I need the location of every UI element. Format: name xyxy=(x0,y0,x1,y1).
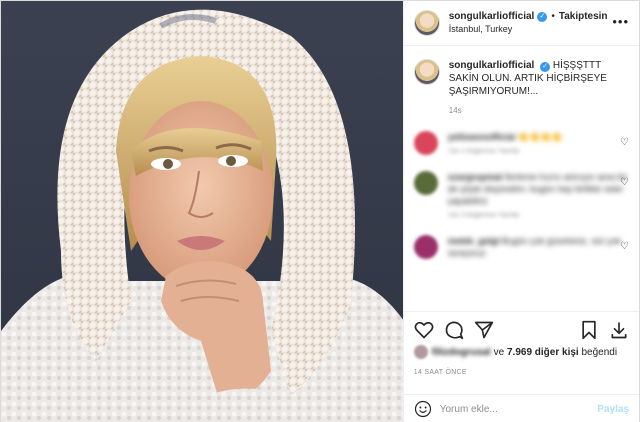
username-link[interactable]: songulkarliofficial xyxy=(449,10,535,23)
separator-dot: • xyxy=(551,11,555,22)
download-icon[interactable] xyxy=(609,320,629,340)
comment-input[interactable] xyxy=(439,403,598,415)
portrait-image xyxy=(1,9,403,422)
comment-meta[interactable]: 14s 3 beğenme Yanıtla xyxy=(448,212,629,219)
add-comment-bar: Paylaş xyxy=(403,394,639,422)
caption-avatar[interactable] xyxy=(413,59,440,85)
likes-suffix: beğendi xyxy=(581,346,618,358)
post-time-ago[interactable]: 14 SAAT ÖNCE xyxy=(414,369,467,376)
action-bar xyxy=(403,311,639,341)
instagram-post-window: songulkarliofficial ✓ • Takiptesin İstan… xyxy=(0,0,640,422)
location-link[interactable]: İstanbul, Turkey xyxy=(449,23,608,36)
caption-row: songulkarliofficial ✓ HİŞŞŞTTT SAKİN OLU… xyxy=(413,59,629,98)
caption-timestamp[interactable]: 14s xyxy=(449,106,629,115)
comment-item: melek_gelgl Bugün çok güzelsiniz, sizi ç… xyxy=(413,235,629,259)
save-bookmark-icon[interactable] xyxy=(579,320,599,340)
likes-summary[interactable]: filizdogrusal ve 7.969 diğer kişi beğend… xyxy=(413,345,629,359)
comment-text: 👏👏👏👏 xyxy=(517,132,563,142)
like-heart-icon[interactable] xyxy=(414,320,434,340)
comment-bubble-icon[interactable] xyxy=(444,320,464,340)
header-top-row: songulkarliofficial ✓ • Takiptesin xyxy=(449,10,608,23)
comment-meta[interactable]: 13s 1 beğenme Yanıtla xyxy=(448,148,563,155)
comment-username[interactable]: yellowonofficial xyxy=(448,132,516,142)
emoji-icon[interactable] xyxy=(414,400,432,418)
likes-count[interactable]: 7.969 diğer kişi xyxy=(507,347,579,358)
following-button[interactable]: Takiptesin xyxy=(559,10,608,23)
post-header: songulkarliofficial ✓ • Takiptesin İstan… xyxy=(403,1,639,46)
liker-username[interactable]: filizdogrusal xyxy=(432,347,491,358)
share-paper-plane-icon[interactable] xyxy=(474,320,494,340)
comment-avatar[interactable] xyxy=(413,131,438,155)
comment-avatar[interactable] xyxy=(413,171,438,195)
verified-badge-icon: ✓ xyxy=(537,11,548,22)
post-photo[interactable] xyxy=(1,1,403,422)
caption-username[interactable]: songulkarliofficial xyxy=(449,60,535,71)
header-text: songulkarliofficial ✓ • Takiptesin İstan… xyxy=(449,10,608,36)
comment-like-heart-icon[interactable]: ♡ xyxy=(620,241,629,252)
post-side-panel: songulkarliofficial ✓ • Takiptesin İstan… xyxy=(402,1,639,422)
comment-username[interactable]: ozargrupmat xyxy=(448,172,503,182)
comment-body: yellowonofficial 👏👏👏👏 13s 1 beğenme Yanı… xyxy=(448,131,563,155)
comment-item: yellowonofficial 👏👏👏👏 13s 1 beğenme Yanı… xyxy=(413,131,629,155)
likes-connector: ve xyxy=(493,346,505,358)
comments-area[interactable]: songulkarliofficial ✓ HİŞŞŞTTT SAKİN OLU… xyxy=(404,47,639,309)
comment-item: ozargrupmat İlerleme hızını artırıyor am… xyxy=(413,171,629,219)
caption-text-block: songulkarliofficial ✓ HİŞŞŞTTT SAKİN OLU… xyxy=(449,59,629,98)
comment-body: ozargrupmat İlerleme hızını artırıyor am… xyxy=(448,171,629,219)
comment-body: melek_gelgl Bugün çok güzelsiniz, sizi ç… xyxy=(448,235,629,259)
comment-username[interactable]: melek_gelgl xyxy=(448,236,500,246)
post-comment-button[interactable]: Paylaş xyxy=(597,404,629,415)
profile-avatar[interactable] xyxy=(413,10,440,36)
comment-like-heart-icon[interactable]: ♡ xyxy=(620,137,629,148)
comment-like-heart-icon[interactable]: ♡ xyxy=(620,177,629,188)
verified-badge-icon: ✓ xyxy=(540,62,551,72)
comment-avatar[interactable] xyxy=(413,235,438,259)
more-options-icon[interactable]: ••• xyxy=(612,14,629,29)
liker-avatar[interactable] xyxy=(413,345,428,359)
